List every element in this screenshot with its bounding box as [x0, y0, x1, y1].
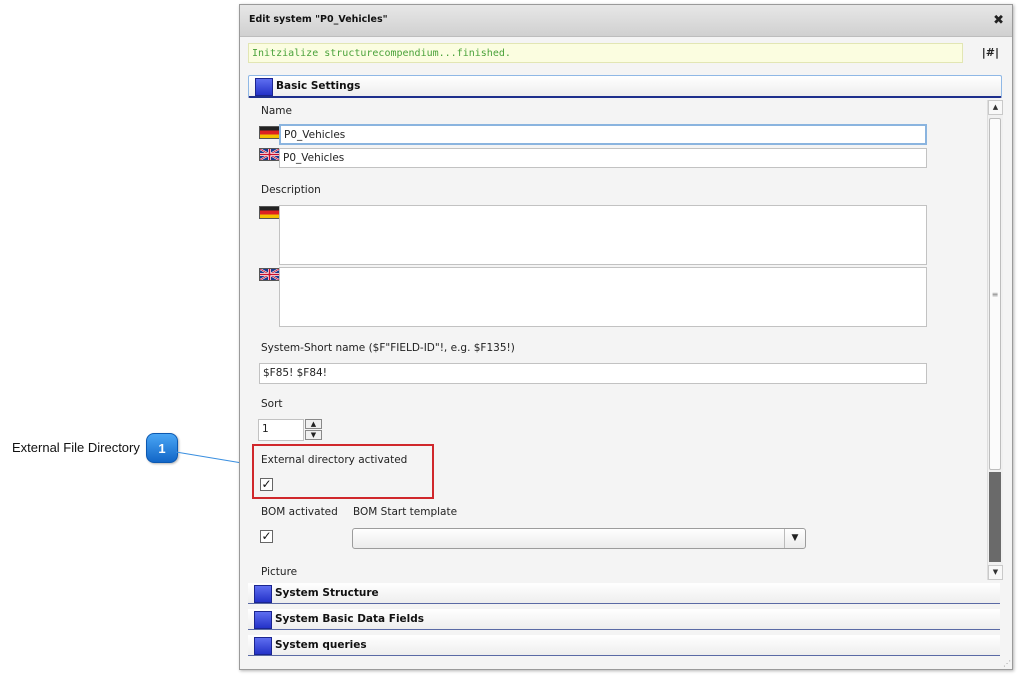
spinner-down-icon[interactable]: ▼: [305, 430, 322, 440]
scroll-down-icon[interactable]: ▼: [988, 565, 1003, 580]
close-icon[interactable]: ✖: [993, 13, 1004, 28]
status-link[interactable]: |#|: [982, 46, 999, 59]
dialog-titlebar[interactable]: Edit system "P0_Vehicles" ✖: [240, 5, 1012, 37]
german-flag-icon: [259, 126, 280, 139]
short-name-input[interactable]: $F85! $F84!: [259, 363, 927, 384]
bom-activated-label: BOM activated: [261, 506, 338, 518]
bom-template-label: BOM Start template: [353, 506, 458, 518]
section-expand-icon: [255, 78, 273, 96]
section-label: System queries: [275, 639, 367, 651]
status-row: Initzialize structurecompendium...finish…: [248, 43, 1004, 65]
scroll-track[interactable]: [989, 472, 1001, 562]
section-system-queries[interactable]: System queries: [248, 635, 1000, 656]
chevron-down-icon[interactable]: ▼: [784, 529, 805, 548]
scroll-thumb[interactable]: ≡: [989, 118, 1001, 470]
sort-label: Sort: [261, 398, 283, 410]
bom-template-select[interactable]: ▼: [352, 528, 806, 549]
german-flag-icon: [259, 206, 280, 219]
content-scrollbar[interactable]: ▲ ≡ ▼: [987, 100, 1003, 580]
section-basic-data-fields[interactable]: System Basic Data Fields: [248, 609, 1000, 630]
name-en-input[interactable]: P0_Vehicles: [279, 148, 927, 168]
spinner-up-icon[interactable]: ▲: [305, 419, 322, 429]
callout-badge: 1: [146, 433, 178, 463]
description-de-textarea[interactable]: [279, 205, 927, 265]
highlight-box: [252, 444, 434, 499]
uk-flag-icon: [259, 268, 280, 281]
section-system-structure[interactable]: System Structure: [248, 583, 1000, 604]
section-basic-settings[interactable]: Basic Settings: [248, 75, 1002, 98]
callout-label: External File Directory: [12, 440, 140, 455]
dialog-title: Edit system "P0_Vehicles": [249, 14, 388, 25]
scroll-up-icon[interactable]: ▲: [988, 100, 1003, 115]
section-expand-icon: [254, 611, 272, 629]
section-label: System Basic Data Fields: [275, 613, 425, 625]
edit-system-dialog: Edit system "P0_Vehicles" ✖ Initzialize …: [239, 4, 1013, 670]
basic-settings-panel: Name P0_Vehicles P0_Vehicles Description…: [249, 99, 1001, 579]
name-de-input[interactable]: P0_Vehicles: [279, 124, 927, 145]
short-name-label: System-Short name ($F"FIELD-ID"!, e.g. $…: [261, 342, 515, 354]
section-label: System Structure: [275, 587, 379, 599]
section-expand-icon: [254, 585, 272, 603]
bom-activated-checkbox[interactable]: ✓: [260, 530, 273, 543]
sort-input[interactable]: 1: [258, 419, 304, 441]
name-label: Name: [261, 105, 292, 117]
section-label: Basic Settings: [276, 80, 361, 92]
sort-stepper: 1 ▲ ▼: [258, 419, 323, 441]
picture-label: Picture: [261, 566, 298, 578]
section-expand-icon: [254, 637, 272, 655]
status-message: Initzialize structurecompendium...finish…: [248, 43, 963, 63]
description-en-textarea[interactable]: [279, 267, 927, 327]
uk-flag-icon: [259, 148, 280, 161]
resize-grip-icon[interactable]: ⋰: [1003, 659, 1011, 668]
description-label: Description: [261, 184, 321, 196]
